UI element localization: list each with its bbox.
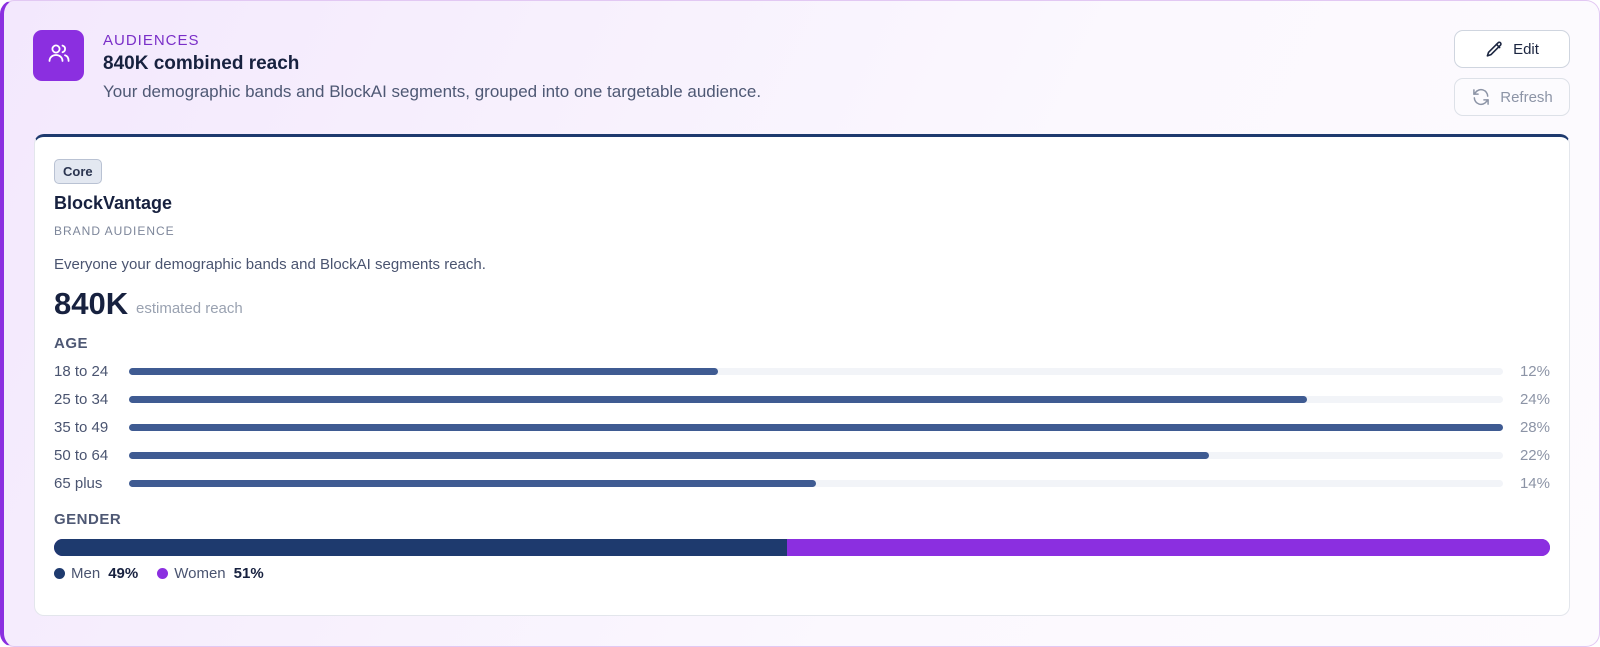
age-band-label: 25 to 34: [54, 391, 109, 408]
age-band-percent: 28%: [1519, 419, 1550, 436]
women-dot: [157, 568, 169, 579]
edit-button[interactable]: Edit: [1454, 30, 1570, 68]
age-bar-track: [129, 396, 1503, 403]
legend-men-label: Men: [71, 565, 101, 582]
pencil-icon: [1485, 40, 1504, 59]
age-band-label: 65 plus: [54, 475, 103, 492]
page-title: 840K combined reach: [103, 53, 300, 74]
age-band-label: 35 to 49: [54, 419, 109, 436]
gender-bar-women: [787, 539, 1550, 556]
age-band-label: 18 to 24: [54, 363, 109, 380]
age-bar-track: [129, 480, 1503, 487]
refresh-icon: [1471, 87, 1491, 107]
users-icon: [47, 41, 71, 70]
page-subtitle: Your demographic bands and BlockAI segme…: [103, 82, 762, 101]
audience-card: Core BlockVantage BRAND AUDIENCE Everyon…: [34, 134, 1570, 616]
gender-section-label: GENDER: [54, 511, 122, 528]
audiences-panel: AUDIENCES 840K combined reach Your demog…: [0, 0, 1600, 647]
men-dot: [54, 568, 65, 579]
age-row: 65 plus 14%: [54, 474, 1550, 494]
estimated-reach-label: estimated reach: [136, 300, 243, 317]
section-eyebrow: AUDIENCES: [103, 32, 200, 49]
age-row: 25 to 34 24%: [54, 390, 1550, 410]
age-bar-fill: [129, 368, 719, 375]
age-bar-fill: [129, 396, 1307, 403]
refresh-button-label: Refresh: [1500, 88, 1553, 106]
refresh-button[interactable]: Refresh: [1454, 78, 1570, 116]
age-band-percent: 14%: [1519, 475, 1550, 492]
audience-description: Everyone your demographic bands and Bloc…: [54, 256, 486, 273]
audience-icon-tile: [33, 30, 84, 81]
edit-button-label: Edit: [1513, 40, 1539, 58]
gender-bar-men: [54, 539, 788, 556]
audience-type-label: BRAND AUDIENCE: [54, 224, 175, 238]
age-section-label: AGE: [54, 335, 89, 352]
tier-chip: Core: [54, 159, 102, 184]
age-row: 50 to 64 22%: [54, 446, 1550, 466]
legend-women-label: Women: [174, 565, 226, 582]
age-band-percent: 22%: [1519, 447, 1550, 464]
age-bar-track: [129, 368, 1503, 375]
audience-title: BlockVantage: [54, 193, 173, 213]
age-row: 18 to 24 12%: [54, 362, 1550, 382]
legend-men-percent: 49%: [108, 565, 139, 582]
legend-item-women: Women 51%: [157, 565, 264, 582]
age-bar-track: [129, 424, 1503, 431]
age-row: 35 to 49 28%: [54, 418, 1550, 438]
age-band-percent: 12%: [1519, 363, 1550, 380]
estimated-reach-value: 840K: [54, 286, 129, 321]
age-bar-fill: [129, 452, 1209, 459]
age-bar-fill: [129, 424, 1503, 431]
age-bar-fill: [129, 480, 816, 487]
age-bar-track: [129, 452, 1503, 459]
gender-split-bar: [54, 539, 1550, 556]
gender-legend: Men 49% Women 51%: [54, 565, 283, 582]
legend-women-percent: 51%: [233, 565, 264, 582]
age-band-label: 50 to 64: [54, 447, 109, 464]
legend-item-men: Men 49%: [54, 565, 138, 582]
age-band-percent: 24%: [1519, 391, 1550, 408]
